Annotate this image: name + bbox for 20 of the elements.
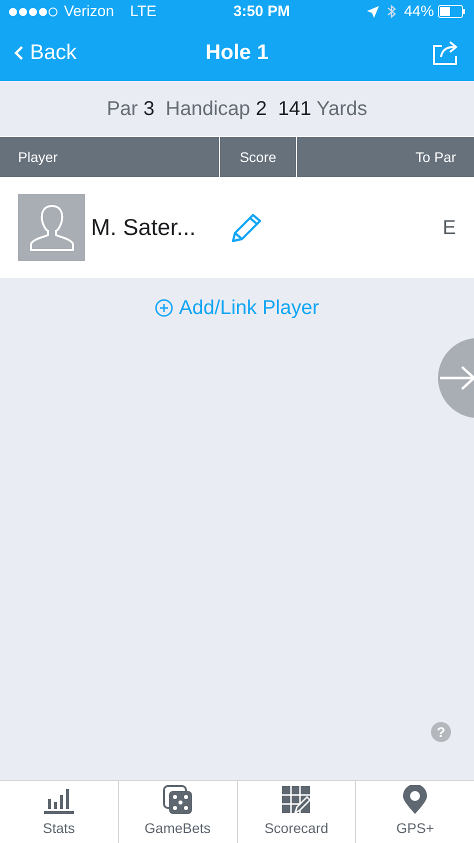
pencil-icon[interactable] <box>231 212 263 242</box>
carrier-name: Verizon <box>64 2 114 22</box>
screen-title: Hole 1 <box>205 40 269 66</box>
column-header: Score <box>240 148 276 166</box>
avatar-icon <box>18 194 85 261</box>
share-icon[interactable] <box>432 40 460 66</box>
chevron-icon <box>14 44 24 60</box>
hole-info-text: Par 3 Handicap 2 141 Yards <box>106 96 368 122</box>
map-pin-icon <box>402 785 428 815</box>
grid-pencil-icon <box>281 785 312 815</box>
player-name: M. Sater... <box>91 213 197 242</box>
clock-time: 3:50 PM <box>233 2 290 22</box>
dice-icon <box>162 785 193 815</box>
column-header: Player <box>18 148 58 167</box>
column-header: To Par <box>416 148 456 166</box>
arrow-icon <box>438 363 474 393</box>
network-type: LTE <box>130 2 156 22</box>
to-par-value: E <box>442 216 456 240</box>
battery-level: 44% <box>404 2 434 22</box>
plus-circle-icon <box>154 299 173 317</box>
